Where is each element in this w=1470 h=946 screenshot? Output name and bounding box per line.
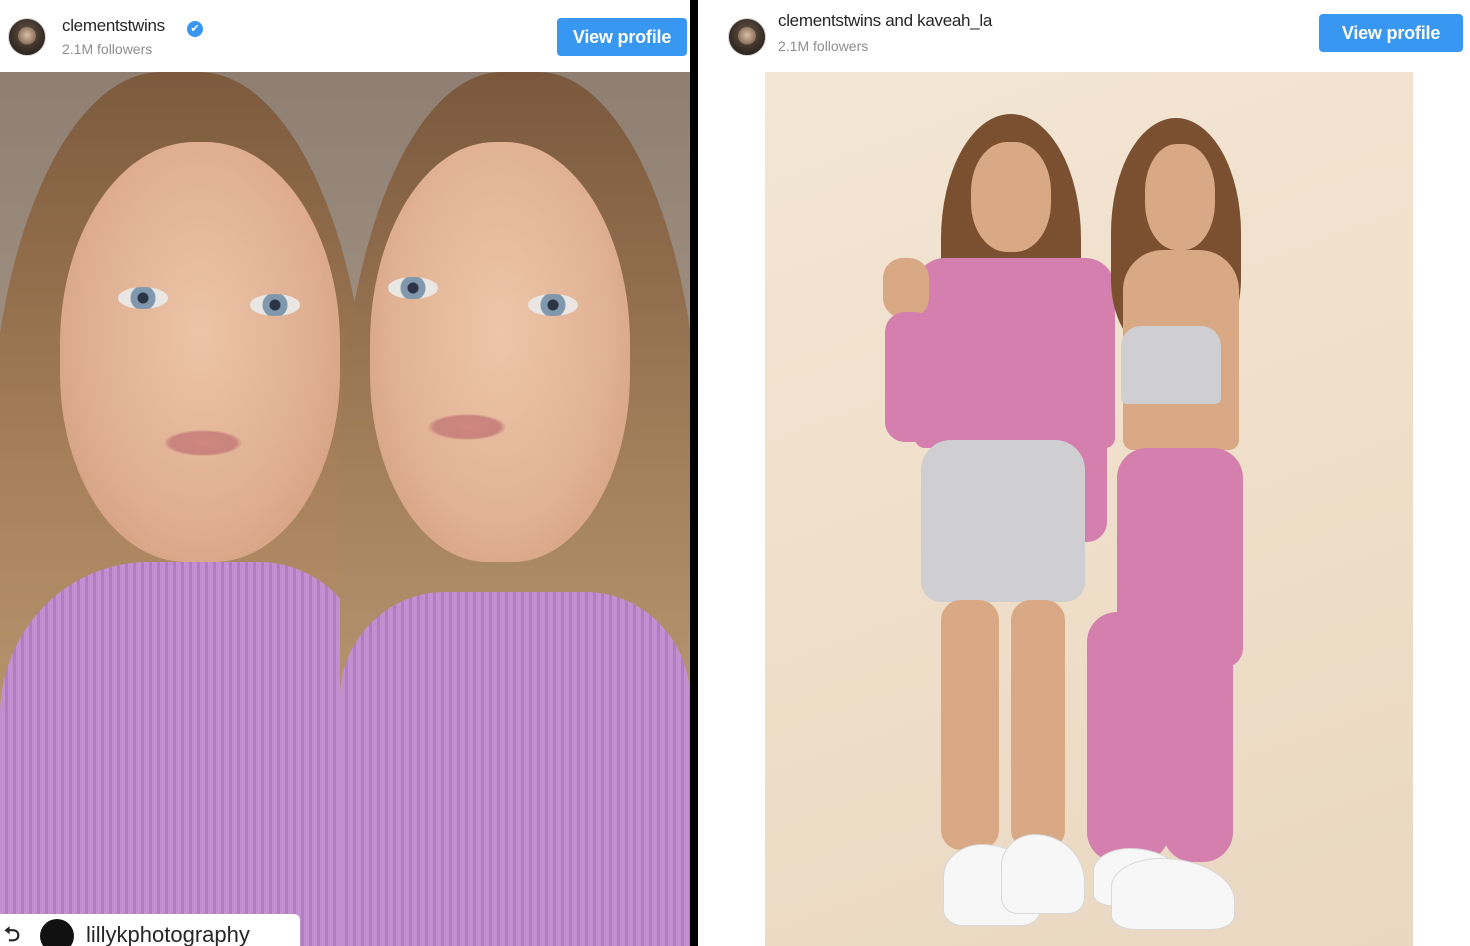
right-instagram-post: clementstwins and kaveah_la 2.1M followe… xyxy=(698,0,1470,946)
repost-avatar[interactable] xyxy=(40,919,74,946)
right-followers-count: 2.1M followers xyxy=(778,38,869,54)
right-username[interactable]: clementstwins and kaveah_la xyxy=(778,11,992,31)
left-twin-face xyxy=(60,142,340,562)
repost-attribution[interactable]: ⮌ lillykphotography xyxy=(0,914,300,946)
model1-face xyxy=(971,142,1051,252)
model1-gray-shorts xyxy=(921,440,1085,602)
right-twin-face xyxy=(370,142,630,562)
left-instagram-post: clementstwins ✔ 2.1M followers View prof… xyxy=(0,0,690,946)
model1-right-leg xyxy=(1011,600,1065,850)
left-twin-left-eye xyxy=(118,287,168,309)
right-twin-sweater xyxy=(340,592,690,946)
verified-badge-icon: ✔ xyxy=(187,21,203,37)
model1-left-leg xyxy=(941,600,999,850)
model1-hand xyxy=(883,258,929,318)
model2-right-jogger-leg xyxy=(1163,632,1233,862)
right-twin-left-eye xyxy=(388,277,438,299)
right-view-profile-button[interactable]: View profile xyxy=(1319,14,1463,52)
right-post-photo[interactable] xyxy=(765,72,1413,946)
left-twin-sweater xyxy=(0,562,370,946)
model1-right-sneaker xyxy=(1001,834,1085,914)
repost-icon: ⮌ xyxy=(4,924,21,946)
model2-right-sneaker xyxy=(1111,858,1235,930)
repost-username[interactable]: lillykphotography xyxy=(86,922,250,946)
panel-divider xyxy=(690,0,698,946)
model2-left-jogger-leg xyxy=(1087,612,1169,862)
left-twin-lips xyxy=(164,430,242,456)
model2-gray-crop-top xyxy=(1121,326,1221,404)
left-post-photo[interactable]: ⮌ lillykphotography xyxy=(0,72,690,946)
left-followers-count: 2.1M followers xyxy=(62,41,153,57)
left-profile-avatar[interactable] xyxy=(8,18,46,56)
left-twin-right-eye xyxy=(250,294,300,316)
right-twin-lips xyxy=(428,414,506,440)
left-view-profile-button[interactable]: View profile xyxy=(557,18,687,56)
right-profile-avatar[interactable] xyxy=(728,18,766,56)
left-username[interactable]: clementstwins xyxy=(62,16,165,36)
left-post-header: clementstwins ✔ 2.1M followers View prof… xyxy=(0,0,690,72)
model2-face xyxy=(1145,144,1215,250)
right-post-header: clementstwins and kaveah_la 2.1M followe… xyxy=(698,0,1470,72)
model1-raised-arm xyxy=(885,312,935,442)
right-twin-right-eye xyxy=(528,294,578,316)
